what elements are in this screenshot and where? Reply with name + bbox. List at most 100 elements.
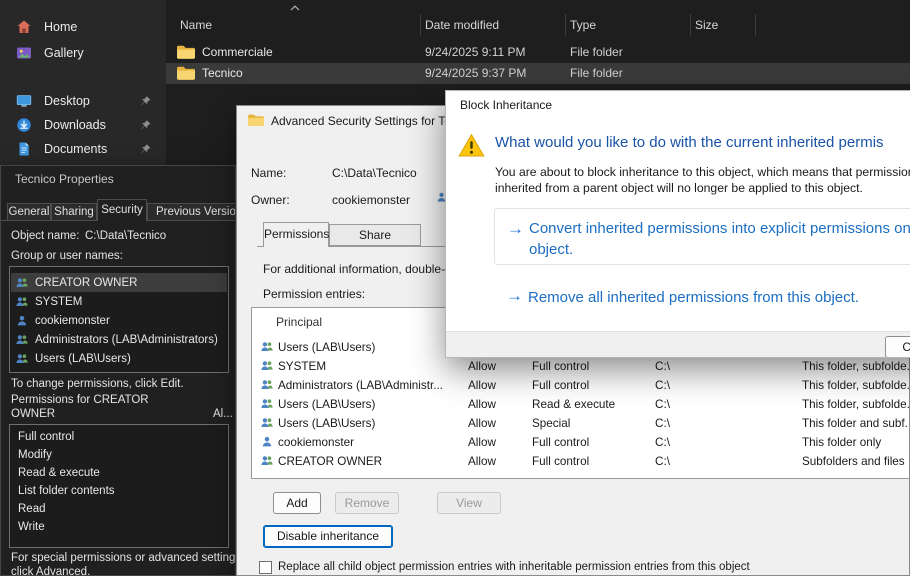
- screen: Home Gallery Desktop Downloads Documents…: [0, 0, 910, 576]
- entry-access: Read & execute: [532, 398, 615, 411]
- permission-entry-row[interactable]: Users (LAB\Users) Allow Special C:\ This…: [252, 414, 909, 433]
- sidebar-item-downloads[interactable]: Downloads: [4, 112, 162, 138]
- permission-entry-row[interactable]: Users (LAB\Users) Allow Read & execute C…: [252, 395, 909, 414]
- file-row-commerciale[interactable]: Commerciale 9/24/2025 9:11 PM File folde…: [166, 42, 910, 63]
- folder-icon: [176, 65, 196, 81]
- column-header-size[interactable]: Size: [695, 18, 718, 32]
- group-list-item[interactable]: Administrators (LAB\Administrators): [11, 330, 227, 349]
- entry-applies-to: This folder only: [802, 436, 881, 449]
- permission-item[interactable]: List folder contents: [18, 485, 115, 497]
- file-row-tecnico[interactable]: Tecnico 9/24/2025 9:37 PM File folder: [166, 63, 910, 84]
- tab-share[interactable]: Share: [329, 224, 421, 246]
- dialog-body-text: inherited from a parent object will no l…: [495, 181, 863, 195]
- tab-permissions[interactable]: Permissions: [263, 222, 329, 247]
- entry-principal: Users (LAB\Users): [278, 341, 375, 354]
- group-icon: [15, 352, 29, 366]
- owner-label: Owner:: [251, 193, 290, 207]
- desktop-icon: [16, 93, 32, 109]
- warning-triangle-icon: [458, 133, 485, 158]
- entry-type: Allow: [468, 417, 496, 430]
- permissions-for-label: OWNER: [11, 408, 55, 420]
- entry-type: Allow: [468, 455, 496, 468]
- column-separator[interactable]: [690, 14, 691, 36]
- disable-inheritance-button[interactable]: Disable inheritance: [263, 525, 393, 548]
- sort-ascending-icon[interactable]: [290, 5, 300, 11]
- tab-security[interactable]: Security: [97, 199, 147, 221]
- entry-access: Full control: [532, 455, 589, 468]
- entry-principal: Users (LAB\Users): [278, 398, 375, 411]
- group-icon: [260, 454, 274, 468]
- entry-inherited-from: C:\: [655, 360, 670, 373]
- entry-type: Allow: [468, 398, 496, 411]
- sidebar-item-home[interactable]: Home: [4, 14, 162, 40]
- pin-icon: [140, 95, 152, 107]
- sidebar-item-documents[interactable]: Documents: [4, 136, 162, 162]
- permission-entry-row[interactable]: cookiemonster Allow Full control C:\ Thi…: [252, 433, 909, 452]
- dialog-title: Block Inheritance: [460, 98, 552, 112]
- sidebar-item-label: Documents: [44, 142, 107, 156]
- file-type: File folder: [570, 45, 623, 59]
- column-header-name[interactable]: Name: [180, 18, 212, 32]
- owner-value: cookiemonster: [332, 193, 410, 207]
- group-list-item[interactable]: SYSTEM: [11, 292, 227, 311]
- column-separator[interactable]: [565, 14, 566, 36]
- tab-previous-versions[interactable]: Previous Versions: [147, 203, 236, 221]
- dialog-heading: What would you like to do with the curre…: [495, 134, 884, 151]
- tab-sharing[interactable]: Sharing: [51, 203, 97, 221]
- view-button[interactable]: View: [437, 492, 501, 514]
- option-convert-permissions[interactable]: → Convert inherited permissions into exp…: [494, 208, 910, 265]
- permission-entry-row[interactable]: Administrators (LAB\Administr... Allow F…: [252, 376, 909, 395]
- permission-entry-row[interactable]: SYSTEM Allow Full control C:\ This folde…: [252, 357, 909, 376]
- gallery-icon: [16, 45, 32, 61]
- entry-inherited-from: C:\: [655, 379, 670, 392]
- entry-applies-to: This folder, subfolde...: [802, 398, 910, 411]
- column-separator[interactable]: [420, 14, 421, 36]
- permission-item[interactable]: Modify: [18, 449, 52, 461]
- dialog-footer: Cancel: [446, 331, 910, 358]
- group-list-item[interactable]: Users (LAB\Users): [11, 349, 227, 368]
- column-header-type[interactable]: Type: [570, 18, 596, 32]
- entry-inherited-from: C:\: [655, 436, 670, 449]
- column-header-date-modified[interactable]: Date modified: [425, 18, 499, 32]
- permission-item[interactable]: Write: [18, 521, 45, 533]
- group-icon: [260, 340, 274, 354]
- permission-entries-label: Permission entries:: [263, 287, 365, 301]
- entry-inherited-from: C:\: [655, 417, 670, 430]
- column-separator[interactable]: [755, 14, 756, 36]
- permission-item[interactable]: Full control: [18, 431, 74, 443]
- option-convert-label: Convert inherited permissions into expli…: [529, 218, 910, 260]
- user-icon: [15, 314, 29, 328]
- remove-button[interactable]: Remove: [335, 492, 399, 514]
- sidebar-item-label: Desktop: [44, 94, 90, 108]
- entry-applies-to: This folder and subf...: [802, 417, 910, 430]
- add-button[interactable]: Add: [273, 492, 321, 514]
- group-icon: [15, 333, 29, 347]
- group-list-item[interactable]: cookiemonster: [11, 311, 227, 330]
- entry-access: Full control: [532, 360, 589, 373]
- special-permissions-hint: For special permissions or advanced sett…: [11, 552, 236, 564]
- file-name: Commerciale: [202, 45, 273, 59]
- sidebar-item-desktop[interactable]: Desktop: [4, 88, 162, 114]
- replace-checkbox[interactable]: [259, 561, 272, 574]
- group-icon: [15, 276, 29, 290]
- special-permissions-hint: click Advanced.: [11, 566, 90, 576]
- object-name-label: Object name:: [11, 230, 79, 242]
- entry-inherited-from: C:\: [655, 398, 670, 411]
- tecnico-properties-dialog: Tecnico Properties General Sharing Secur…: [0, 165, 236, 576]
- entry-type: Allow: [468, 360, 496, 373]
- tab-general[interactable]: General: [7, 203, 51, 221]
- column-header-principal[interactable]: Principal: [276, 315, 322, 329]
- cancel-button[interactable]: Cancel: [885, 336, 910, 358]
- sidebar-item-label: Home: [44, 20, 77, 34]
- permission-item[interactable]: Read: [18, 503, 46, 515]
- permission-entry-row[interactable]: CREATOR OWNER Allow Full control C:\ Sub…: [252, 452, 909, 471]
- sidebar-item-gallery[interactable]: Gallery: [4, 40, 162, 66]
- permissions-list: Full control Modify Read & execute List …: [9, 424, 229, 548]
- dialog-title: Advanced Security Settings for Te: [271, 114, 451, 128]
- option-remove-permissions[interactable]: → Remove all inherited permissions from …: [494, 279, 910, 309]
- arrow-right-icon: →: [507, 219, 524, 239]
- user-icon: [260, 435, 274, 449]
- permission-item[interactable]: Read & execute: [18, 467, 100, 479]
- entry-principal: SYSTEM: [278, 360, 326, 373]
- group-list-item[interactable]: CREATOR OWNER: [11, 273, 227, 292]
